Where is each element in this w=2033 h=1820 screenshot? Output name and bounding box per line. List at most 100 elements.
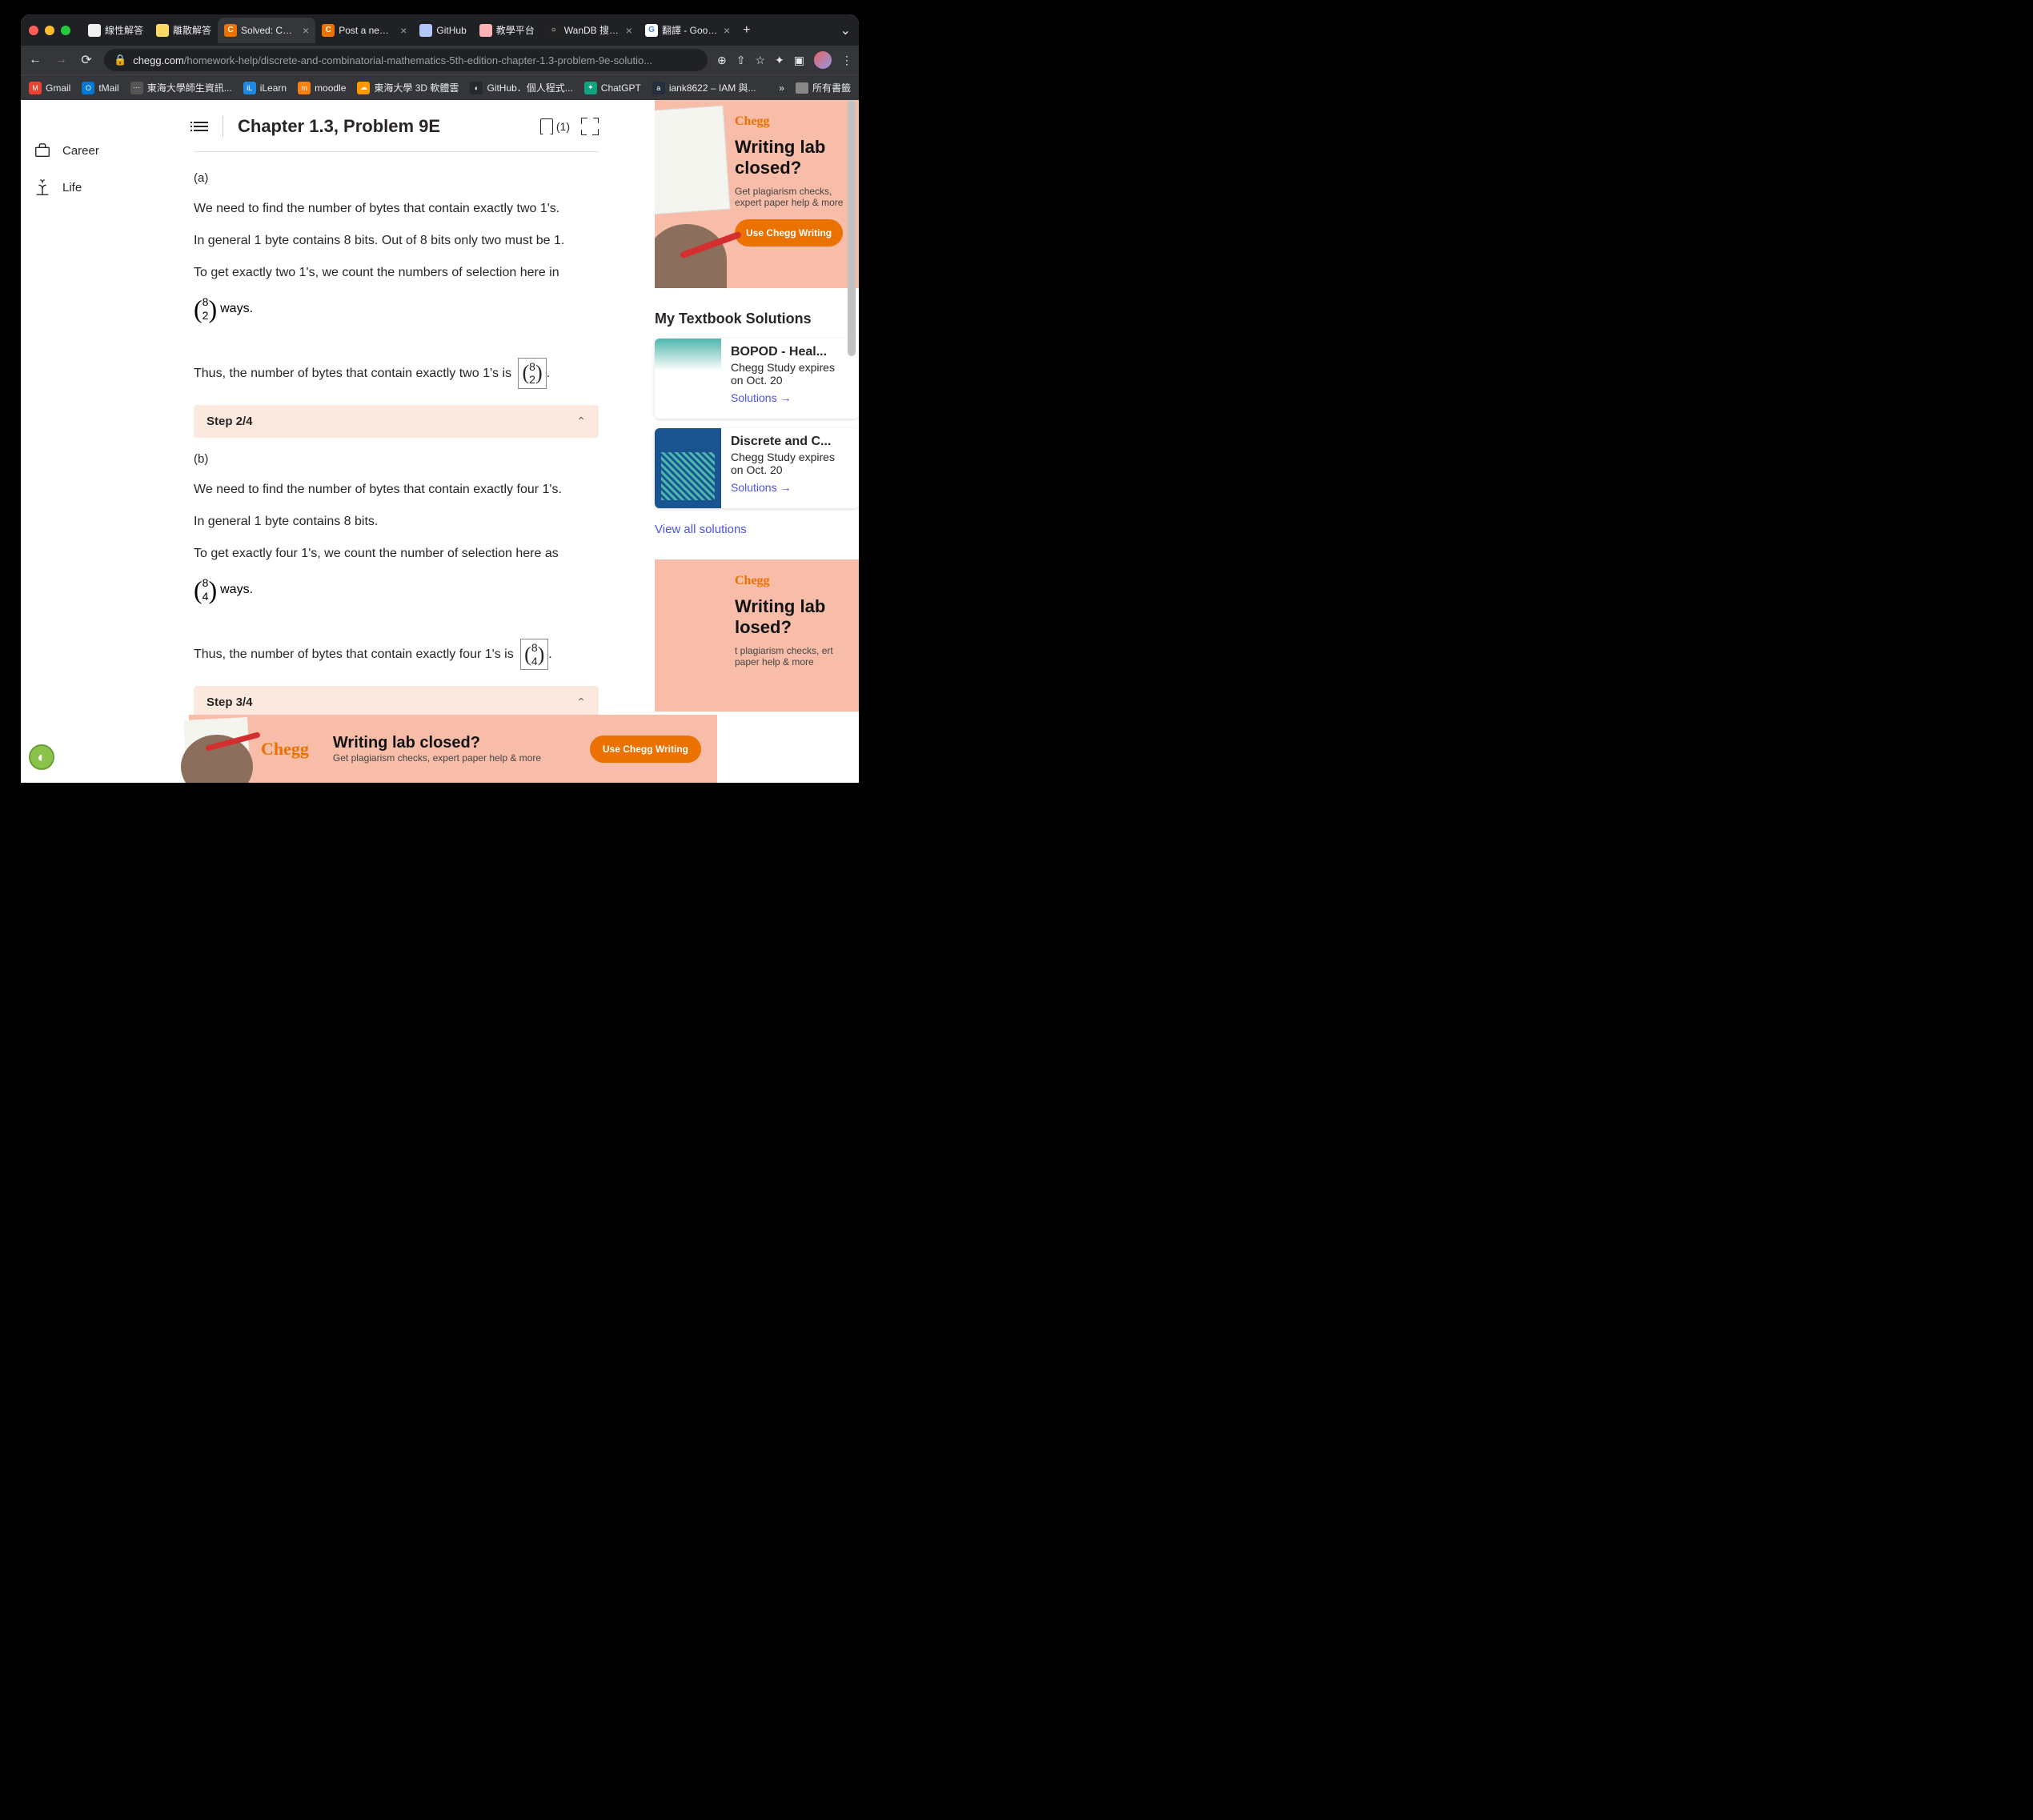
ad-headline: Writing lab losed? [735, 596, 844, 639]
sidebar-item-career[interactable]: Career [21, 132, 154, 169]
page-title: Chapter 1.3, Problem 9E [238, 116, 440, 137]
formula: (82) ways. [194, 295, 253, 323]
use-chegg-writing-button[interactable]: Use Chegg Writing [590, 736, 701, 763]
extensions-icon[interactable]: ✦ [775, 54, 784, 67]
sidebar-label: Life [62, 181, 82, 194]
plant-icon [34, 178, 51, 196]
solutions-link[interactable]: Solutions → [731, 481, 791, 494]
solution-text: To get exactly four 1's, we count the nu… [194, 544, 599, 563]
conclusion-text: Thus, the number of bytes that contain e… [194, 647, 514, 661]
ad-headline: Writing lab closed? [735, 137, 844, 179]
browser-tab[interactable]: G翻譯 - Google 翻× [639, 18, 736, 43]
browser-tab[interactable]: 離散解答 [150, 18, 218, 43]
solution-text: We need to find the number of bytes that… [194, 199, 599, 218]
maximize-window-button[interactable] [61, 26, 70, 35]
chevron-up-icon: ⌃ [576, 415, 586, 428]
browser-tab[interactable]: CSolved: Chapte× [218, 18, 315, 43]
bookmark-item[interactable]: ✦ChatGPT [584, 81, 641, 94]
bookmark-item[interactable]: MGmail [29, 81, 70, 94]
book-cover [655, 428, 721, 508]
textbook-card[interactable]: BOPOD - Heal... Chegg Study expires on O… [655, 339, 859, 419]
bookmarks-more[interactable]: » [779, 82, 784, 94]
textbook-card[interactable]: Discrete and C... Chegg Study expires on… [655, 428, 859, 508]
step-header-2[interactable]: Step 2/4 ⌃ [194, 405, 599, 438]
bookmark-item[interactable]: OtMail [82, 81, 118, 94]
solution-header: Chapter 1.3, Problem 9E (1) [194, 116, 599, 137]
bookmark-label: moodle [315, 82, 346, 94]
bookmark-item[interactable]: ◐GitHub．個人程式... [470, 81, 572, 94]
browser-tab[interactable]: 教學平台 [473, 18, 541, 43]
reload-button[interactable]: ⟳ [78, 52, 94, 68]
book-title: Discrete and C... [731, 435, 849, 449]
profile-avatar[interactable] [814, 51, 832, 69]
scrollbar[interactable] [848, 100, 857, 580]
chegg-logo: Chegg [735, 574, 844, 588]
close-tab-icon[interactable]: × [400, 24, 407, 37]
folder-icon [796, 82, 808, 94]
bookmark-item[interactable]: a iank8622 – IAM 與... [652, 81, 756, 94]
sidebar-item-life[interactable]: Life [21, 169, 154, 206]
solution-text: In general 1 byte contains 8 bits. Out o… [194, 231, 599, 251]
header-separator [194, 151, 599, 152]
view-all-solutions-link[interactable]: View all solutions [655, 523, 747, 536]
browser-tab[interactable]: ○WanDB 搜尋方× [541, 18, 639, 43]
menu-icon[interactable]: ⋮ [841, 54, 852, 67]
page-content: Career Life Chapter 1.3, Problem 9E (1) [21, 100, 859, 783]
forward-button[interactable]: → [53, 53, 69, 67]
bookmark-label: iank8622 – IAM 與... [669, 81, 756, 94]
bookmarks-bar: MGmail OtMail ⋯東海大學師生資訊... iLiLearn mmoodle ☁… [21, 74, 859, 100]
sidepanel-icon[interactable]: ▣ [794, 54, 804, 67]
briefcase-icon [34, 142, 51, 159]
close-tab-icon[interactable]: × [724, 24, 730, 37]
scrollbar-thumb[interactable] [848, 100, 856, 356]
chegg-logo: Chegg [735, 114, 844, 129]
favicon: a [652, 82, 665, 94]
favicon: ○ [547, 24, 560, 37]
tab-overflow-button[interactable]: ⌄ [840, 22, 851, 38]
formula: (84) ways. [194, 576, 253, 603]
bookmark-label: Gmail [46, 82, 70, 94]
all-bookmarks-button[interactable]: 所有書籤 [796, 81, 851, 94]
sidebar-ad-2[interactable]: Chegg Writing lab losed? t plagiarism ch… [655, 559, 859, 712]
bottom-banner-ad[interactable]: Chegg Writing lab closed? Get plagiarism… [189, 715, 717, 783]
browser-tab[interactable]: GitHub [413, 18, 472, 43]
close-tab-icon[interactable]: × [303, 24, 309, 37]
bookmark-item[interactable]: mmoodle [298, 81, 346, 94]
part-a-label: (a) [194, 171, 599, 185]
fullscreen-icon[interactable] [581, 118, 599, 135]
close-tab-icon[interactable]: × [626, 24, 632, 37]
translate-icon[interactable]: ⊕ [717, 54, 727, 67]
toc-icon[interactable] [194, 122, 208, 131]
solutions-link[interactable]: Solutions → [731, 391, 791, 404]
favicon [156, 24, 169, 37]
browser-tab[interactable]: 線性解答 [82, 18, 150, 43]
book-subtitle: Chegg Study expires on Oct. 20 [731, 451, 849, 476]
favicon [479, 24, 492, 37]
use-chegg-writing-button[interactable]: Use Chegg Writing [735, 219, 843, 247]
cookie-settings-button[interactable]: ◐ [29, 744, 54, 770]
browser-tab[interactable]: CPost a new que× [315, 18, 413, 43]
share-icon[interactable]: ⇧ [736, 54, 746, 67]
star-icon[interactable]: ☆ [755, 54, 765, 67]
sidebar-label: Career [62, 144, 99, 158]
url-field[interactable]: 🔒 chegg.com/homework-help/discrete-and-c… [104, 49, 708, 71]
textbooks-section-title: My Textbook Solutions [655, 311, 859, 327]
bookmark-label: tMail [98, 82, 118, 94]
favicon: G [645, 24, 658, 37]
bookmark-item[interactable]: ⋯東海大學師生資訊... [130, 81, 232, 94]
new-tab-button[interactable]: + [743, 23, 750, 38]
tab-label: 線性解答 [105, 23, 143, 37]
minimize-window-button[interactable] [45, 26, 54, 35]
bookmark-icon[interactable] [540, 118, 553, 134]
bookmark-item[interactable]: iLiLearn [243, 81, 287, 94]
window-controls [29, 26, 70, 35]
back-button[interactable]: ← [27, 53, 43, 67]
favicon: iL [243, 82, 256, 94]
favicon: m [298, 82, 311, 94]
sidebar-ad[interactable]: Chegg Writing lab closed? Get plagiarism… [655, 100, 859, 288]
close-window-button[interactable] [29, 26, 38, 35]
bookmark-item[interactable]: ☁東海大學 3D 軟體雲 [357, 81, 459, 94]
bookmark-label: ChatGPT [601, 82, 641, 94]
tab-label: Solved: Chapte [241, 25, 297, 36]
solution-text: We need to find the number of bytes that… [194, 480, 599, 499]
